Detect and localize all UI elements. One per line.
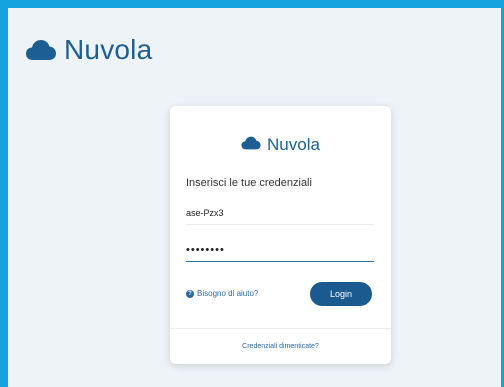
help-link[interactable]: ? Bisogno di aiuto? — [186, 289, 258, 298]
forgot-credentials-link[interactable]: Credenziali dimenticate? — [170, 343, 391, 350]
card-brand-name: Nuvola — [267, 135, 320, 154]
help-link-label: Bisogno di aiuto? — [197, 289, 259, 298]
card-divider — [170, 328, 391, 329]
header-brand-name: Nuvola — [64, 34, 153, 65]
login-card: Nuvola Inserisci le tue credenziali ? Bi… — [170, 106, 391, 364]
page-frame: Nuvola Nuvola Inserisci le tue credenzia… — [0, 0, 504, 387]
question-circle-icon: ? — [186, 289, 194, 298]
login-button[interactable]: Login — [310, 282, 372, 306]
cloud-icon — [26, 39, 56, 61]
username-field[interactable] — [186, 201, 374, 225]
cloud-icon — [241, 136, 261, 155]
password-field[interactable] — [186, 238, 374, 262]
header-brand: Nuvola — [26, 34, 152, 66]
card-brand: Nuvola — [170, 135, 391, 155]
login-heading: Inserisci le tue credenziali — [186, 177, 312, 189]
